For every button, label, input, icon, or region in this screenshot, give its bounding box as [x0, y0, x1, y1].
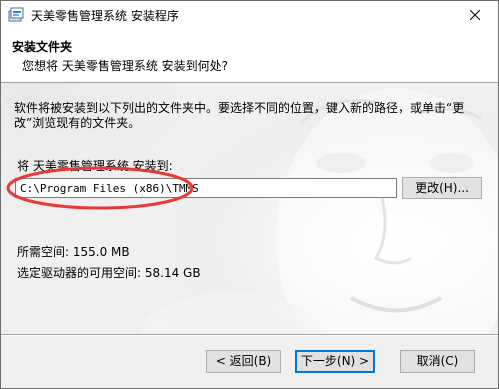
wizard-header: 安装文件夹 您想将 天美零售管理系统 安装到何处? — [1, 29, 498, 83]
wizard-body: 软件将被安装到以下列出的文件夹中。要选择不同的位置，键入新的路径，或单击“更改”… — [1, 83, 498, 334]
cancel-button[interactable]: 取消(C) — [400, 350, 475, 373]
instructions-text: 软件将被安装到以下列出的文件夹中。要选择不同的位置，键入新的路径，或单击“更改”… — [14, 101, 465, 130]
page-title: 安装文件夹 — [12, 40, 73, 54]
window-title: 天美零售管理系统 安装程序 — [31, 9, 179, 23]
back-button[interactable]: < 返回(B) — [206, 350, 281, 373]
title-bar: 天美零售管理系统 安装程序 — [1, 1, 498, 29]
change-folder-button[interactable]: 更改(H)... — [402, 177, 482, 199]
space-available-text: 选定驱动器的可用空间: 58.14 GB — [17, 266, 201, 280]
install-path-field[interactable] — [15, 178, 397, 198]
page-subtitle: 您想将 天美零售管理系统 安装到何处? — [22, 59, 228, 73]
next-button[interactable]: 下一步(N) > — [295, 350, 375, 373]
wizard-footer: < 返回(B) 下一步(N) > 取消(C) — [1, 334, 498, 388]
space-required-text: 所需空间: 155.0 MB — [17, 245, 130, 259]
footer-divider — [1, 334, 498, 336]
installer-window: 天美零售管理系统 安装程序 安装文件夹 您想将 天美零售管理系统 安装到何处? — [0, 0, 499, 389]
close-button[interactable] — [452, 1, 498, 29]
close-icon — [470, 10, 480, 20]
install-path-label: 将 天美零售管理系统 安装到: — [17, 159, 173, 173]
installer-app-icon — [8, 7, 24, 23]
